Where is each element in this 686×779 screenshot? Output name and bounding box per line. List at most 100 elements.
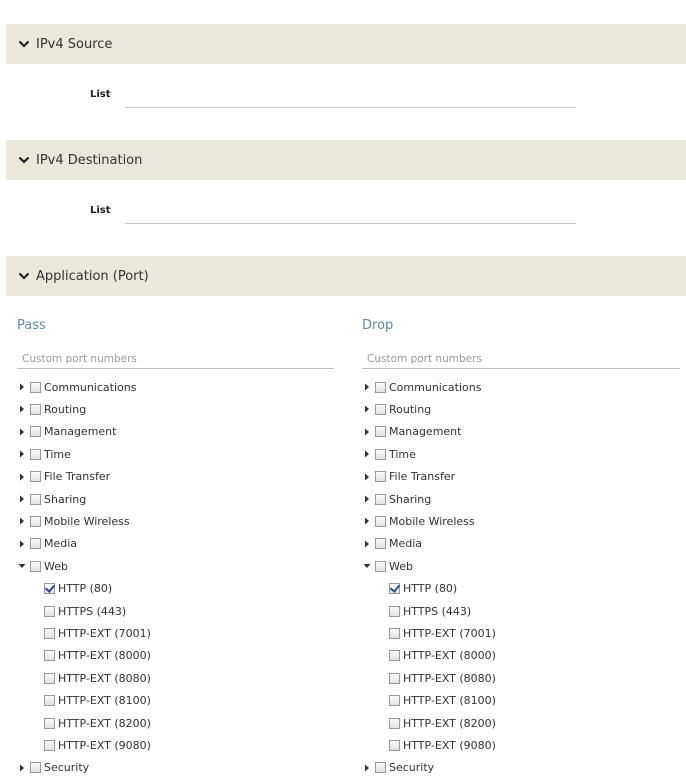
checkbox[interactable]	[44, 605, 55, 617]
port-item[interactable]: HTTP-EXT (8000)	[389, 647, 496, 665]
category-item[interactable]: Management	[17, 423, 116, 441]
checkbox[interactable]	[30, 560, 41, 572]
category-item[interactable]: Mobile Wireless	[17, 512, 130, 530]
ipv4-destination-header[interactable]: IPv4 Destination	[6, 140, 686, 180]
category-item[interactable]: Communications	[17, 378, 136, 396]
checkbox[interactable]	[30, 471, 41, 483]
port-item[interactable]: HTTP-EXT (8100)	[44, 692, 151, 710]
expand-arrow-icon[interactable]	[17, 472, 27, 482]
ipv4-destination-list-input[interactable]	[125, 207, 576, 224]
checkbox[interactable]	[30, 426, 41, 438]
port-item[interactable]: HTTP-EXT (7001)	[44, 624, 151, 642]
collapse-arrow-icon[interactable]	[362, 561, 372, 571]
checkbox[interactable]	[389, 672, 400, 684]
checkbox[interactable]	[375, 403, 386, 415]
category-item[interactable]: Mobile Wireless	[362, 512, 475, 530]
category-item[interactable]: Time	[17, 445, 71, 463]
expand-arrow-icon[interactable]	[362, 472, 372, 482]
checkbox[interactable]	[44, 583, 55, 595]
port-item[interactable]: HTTP (80)	[44, 580, 112, 598]
category-item[interactable]: Management	[362, 423, 461, 441]
checkbox[interactable]	[30, 493, 41, 505]
checkbox[interactable]	[375, 762, 386, 774]
checkbox[interactable]	[375, 515, 386, 527]
checkbox[interactable]	[30, 403, 41, 415]
ipv4-source-list-input[interactable]	[125, 91, 576, 108]
expand-arrow-icon[interactable]	[362, 427, 372, 437]
expand-arrow-icon[interactable]	[17, 539, 27, 549]
checkbox[interactable]	[389, 717, 400, 729]
expand-arrow-icon[interactable]	[17, 382, 27, 392]
port-item[interactable]: HTTP-EXT (8100)	[389, 692, 496, 710]
expand-arrow-icon[interactable]	[362, 382, 372, 392]
expand-arrow-icon[interactable]	[362, 539, 372, 549]
checkbox[interactable]	[375, 471, 386, 483]
checkbox[interactable]	[30, 515, 41, 527]
category-item[interactable]: Time	[362, 445, 416, 463]
collapse-arrow-icon[interactable]	[17, 561, 27, 571]
category-item[interactable]: Security	[17, 759, 89, 777]
checkbox[interactable]	[375, 493, 386, 505]
expand-arrow-icon[interactable]	[17, 427, 27, 437]
port-item[interactable]: HTTP (80)	[389, 580, 457, 598]
list-label: List	[90, 205, 111, 216]
port-item[interactable]: HTTP-EXT (9080)	[389, 736, 496, 754]
checkbox[interactable]	[44, 717, 55, 729]
checkbox[interactable]	[375, 381, 386, 393]
checkbox[interactable]	[44, 627, 55, 639]
checkbox[interactable]	[389, 695, 400, 707]
category-item[interactable]: Media	[17, 535, 77, 553]
port-item[interactable]: HTTP-EXT (9080)	[44, 736, 151, 754]
expand-arrow-icon[interactable]	[17, 494, 27, 504]
port-item[interactable]: HTTP-EXT (8080)	[44, 669, 151, 687]
port-item[interactable]: HTTP-EXT (8000)	[44, 647, 151, 665]
port-item[interactable]: HTTP-EXT (8200)	[389, 714, 496, 732]
category-item[interactable]: Media	[362, 535, 422, 553]
expand-arrow-icon[interactable]	[362, 763, 372, 773]
application-port-header[interactable]: Application (Port)	[6, 256, 686, 296]
expand-arrow-icon[interactable]	[362, 516, 372, 526]
expand-arrow-icon[interactable]	[17, 449, 27, 459]
expand-arrow-icon[interactable]	[17, 763, 27, 773]
category-item[interactable]: Security	[362, 759, 434, 777]
checkbox[interactable]	[44, 672, 55, 684]
category-item[interactable]: Routing	[17, 400, 86, 418]
checkbox[interactable]	[389, 605, 400, 617]
category-item[interactable]: Sharing	[362, 490, 431, 508]
checkbox[interactable]	[375, 560, 386, 572]
checkbox[interactable]	[44, 695, 55, 707]
pass-custom-port-input[interactable]	[17, 349, 334, 369]
checkbox[interactable]	[375, 538, 386, 550]
category-item[interactable]: Communications	[362, 378, 481, 396]
drop-custom-port-input[interactable]	[362, 349, 680, 369]
checkbox[interactable]	[44, 739, 55, 751]
expand-arrow-icon[interactable]	[362, 494, 372, 504]
expand-arrow-icon[interactable]	[17, 516, 27, 526]
category-item[interactable]: File Transfer	[362, 468, 455, 486]
checkbox[interactable]	[375, 448, 386, 460]
checkbox[interactable]	[389, 583, 400, 595]
port-item[interactable]: HTTP-EXT (8200)	[44, 714, 151, 732]
checkbox[interactable]	[389, 627, 400, 639]
checkbox[interactable]	[30, 538, 41, 550]
category-item[interactable]: Routing	[362, 400, 431, 418]
expand-arrow-icon[interactable]	[17, 404, 27, 414]
port-item[interactable]: HTTPS (443)	[44, 602, 126, 620]
expand-arrow-icon[interactable]	[362, 404, 372, 414]
category-item[interactable]: File Transfer	[17, 468, 110, 486]
checkbox[interactable]	[30, 448, 41, 460]
category-item-web[interactable]: Web	[362, 557, 413, 575]
ipv4-source-header[interactable]: IPv4 Source	[6, 24, 686, 64]
checkbox[interactable]	[389, 739, 400, 751]
checkbox[interactable]	[30, 381, 41, 393]
checkbox[interactable]	[44, 650, 55, 662]
port-item[interactable]: HTTP-EXT (8080)	[389, 669, 496, 687]
checkbox[interactable]	[375, 426, 386, 438]
checkbox[interactable]	[389, 650, 400, 662]
checkbox[interactable]	[30, 762, 41, 774]
port-item[interactable]: HTTPS (443)	[389, 602, 471, 620]
category-item[interactable]: Sharing	[17, 490, 86, 508]
expand-arrow-icon[interactable]	[362, 449, 372, 459]
port-item[interactable]: HTTP-EXT (7001)	[389, 624, 496, 642]
category-item-web[interactable]: Web	[17, 557, 68, 575]
